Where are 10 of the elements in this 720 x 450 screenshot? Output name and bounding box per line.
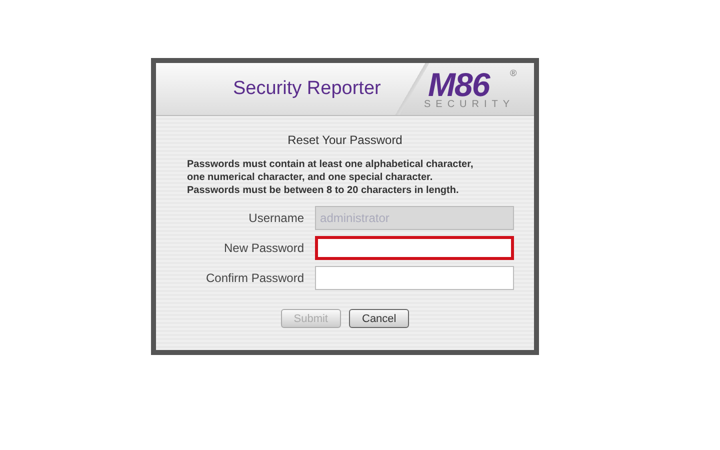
form-button[interactable]: Cancel [349, 309, 410, 328]
input-field[interactable] [315, 236, 514, 260]
app-title: Security Reporter [233, 78, 382, 100]
form-heading: Reset Your Password [288, 133, 402, 147]
logo: M86 ® SECURITY [423, 67, 518, 111]
field-label: New Password [222, 241, 304, 255]
field-label: Confirm Password [206, 271, 304, 285]
password-rules: Passwords must contain at least one alphabetical character, one numerical character, and one special character. Passwords must be between 8 to 20 characters in length. [187, 158, 474, 197]
field-label: Username [248, 211, 304, 225]
input-field[interactable] [315, 266, 514, 290]
